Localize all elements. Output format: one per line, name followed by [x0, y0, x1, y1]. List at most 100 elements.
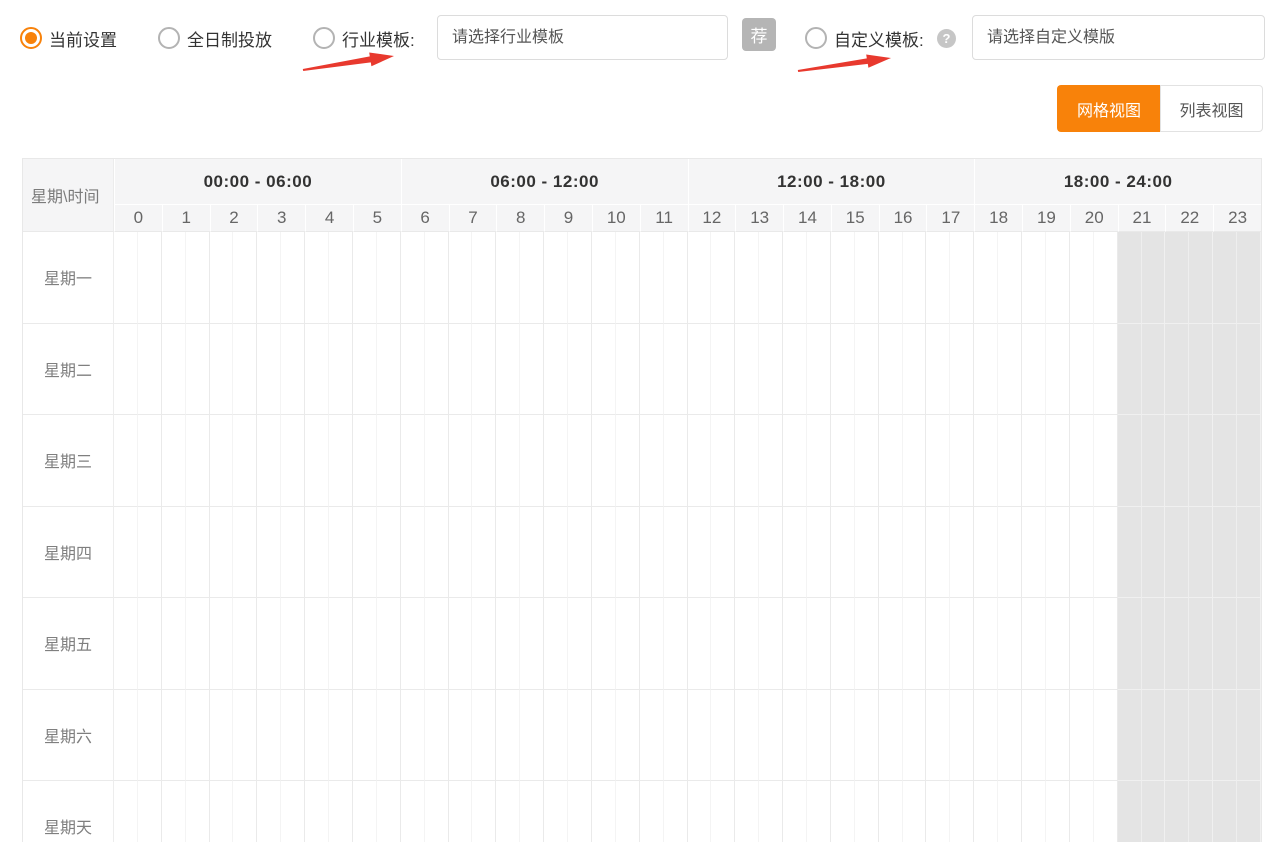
schedule-cell[interactable] — [401, 507, 425, 599]
schedule-cell[interactable] — [401, 598, 425, 690]
schedule-cell[interactable] — [233, 232, 257, 324]
schedule-cell[interactable] — [640, 690, 664, 782]
schedule-cell[interactable] — [735, 324, 759, 416]
schedule-cell[interactable] — [1189, 324, 1213, 416]
schedule-cell[interactable] — [1094, 415, 1118, 507]
schedule-cell[interactable] — [401, 415, 425, 507]
schedule-cell[interactable] — [138, 415, 162, 507]
schedule-cell[interactable] — [592, 598, 616, 690]
schedule-cell[interactable] — [162, 598, 186, 690]
schedule-cell[interactable] — [879, 507, 903, 599]
schedule-cell[interactable] — [520, 324, 544, 416]
schedule-cell[interactable] — [138, 232, 162, 324]
schedule-cell[interactable] — [1094, 781, 1118, 842]
schedule-cell[interactable] — [735, 232, 759, 324]
schedule-cell[interactable] — [807, 232, 831, 324]
schedule-cell[interactable] — [305, 415, 329, 507]
schedule-cell[interactable] — [186, 232, 210, 324]
custom-template-input[interactable] — [972, 15, 1265, 60]
schedule-cell[interactable] — [855, 415, 879, 507]
schedule-cell[interactable] — [616, 415, 640, 507]
schedule-cell[interactable] — [401, 324, 425, 416]
schedule-cell[interactable] — [1118, 598, 1142, 690]
schedule-cell[interactable] — [544, 598, 568, 690]
schedule-cell[interactable] — [998, 598, 1022, 690]
schedule-cell[interactable] — [664, 598, 688, 690]
schedule-cell[interactable] — [1189, 415, 1213, 507]
schedule-cell[interactable] — [807, 324, 831, 416]
schedule-cell[interactable] — [664, 507, 688, 599]
schedule-cell[interactable] — [568, 507, 592, 599]
schedule-cell[interactable] — [1046, 415, 1070, 507]
schedule-cell[interactable] — [568, 690, 592, 782]
schedule-cell[interactable] — [1094, 232, 1118, 324]
schedule-cell[interactable] — [950, 415, 974, 507]
schedule-cell[interactable] — [1189, 781, 1213, 842]
schedule-cell[interactable] — [711, 598, 735, 690]
schedule-cell[interactable] — [449, 232, 473, 324]
schedule-cell[interactable] — [1022, 690, 1046, 782]
schedule-cell[interactable] — [1142, 781, 1166, 842]
schedule-cell[interactable] — [592, 232, 616, 324]
schedule-cell[interactable] — [1022, 507, 1046, 599]
schedule-cell[interactable] — [305, 598, 329, 690]
schedule-cell[interactable] — [305, 781, 329, 842]
radio-all-day[interactable]: 全日制投放 — [158, 26, 272, 50]
schedule-cell[interactable] — [281, 690, 305, 782]
schedule-cell[interactable] — [974, 232, 998, 324]
schedule-cell[interactable] — [472, 690, 496, 782]
schedule-cell[interactable] — [998, 415, 1022, 507]
schedule-cell[interactable] — [831, 690, 855, 782]
schedule-cell[interactable] — [974, 415, 998, 507]
schedule-cell[interactable] — [281, 415, 305, 507]
schedule-cell[interactable] — [831, 598, 855, 690]
schedule-cell[interactable] — [329, 232, 353, 324]
schedule-cell[interactable] — [759, 781, 783, 842]
schedule-cell[interactable] — [114, 232, 138, 324]
schedule-cell[interactable] — [974, 324, 998, 416]
schedule-cell[interactable] — [711, 507, 735, 599]
schedule-cell[interactable] — [926, 781, 950, 842]
schedule-cell[interactable] — [688, 690, 712, 782]
schedule-cell[interactable] — [783, 415, 807, 507]
schedule-cell[interactable] — [903, 232, 927, 324]
schedule-cell[interactable] — [257, 232, 281, 324]
schedule-cell[interactable] — [1165, 324, 1189, 416]
schedule-cell[interactable] — [831, 781, 855, 842]
schedule-cell[interactable] — [783, 598, 807, 690]
schedule-cell[interactable] — [329, 415, 353, 507]
schedule-cell[interactable] — [568, 598, 592, 690]
schedule-cell[interactable] — [544, 232, 568, 324]
schedule-cell[interactable] — [449, 598, 473, 690]
schedule-cell[interactable] — [114, 781, 138, 842]
schedule-cell[interactable] — [353, 507, 377, 599]
schedule-cell[interactable] — [855, 690, 879, 782]
schedule-cell[interactable] — [855, 232, 879, 324]
schedule-cell[interactable] — [520, 781, 544, 842]
schedule-cell[interactable] — [210, 324, 234, 416]
schedule-cell[interactable] — [544, 324, 568, 416]
schedule-cell[interactable] — [1070, 507, 1094, 599]
schedule-cell[interactable] — [711, 781, 735, 842]
schedule-cell[interactable] — [879, 690, 903, 782]
schedule-cell[interactable] — [783, 232, 807, 324]
schedule-cell[interactable] — [831, 232, 855, 324]
schedule-cell[interactable] — [425, 415, 449, 507]
schedule-cell[interactable] — [305, 232, 329, 324]
industry-template-input[interactable] — [437, 15, 728, 60]
schedule-cell[interactable] — [114, 690, 138, 782]
schedule-cell[interactable] — [1165, 232, 1189, 324]
help-icon[interactable]: ? — [937, 29, 956, 48]
schedule-cell[interactable] — [233, 415, 257, 507]
schedule-cell[interactable] — [233, 598, 257, 690]
schedule-cell[interactable] — [1046, 781, 1070, 842]
schedule-cell[interactable] — [162, 415, 186, 507]
schedule-cell[interactable] — [1213, 232, 1237, 324]
schedule-cell[interactable] — [1213, 415, 1237, 507]
schedule-cell[interactable] — [1237, 415, 1261, 507]
schedule-cell[interactable] — [281, 507, 305, 599]
schedule-cell[interactable] — [162, 781, 186, 842]
schedule-cell[interactable] — [688, 598, 712, 690]
schedule-cell[interactable] — [735, 415, 759, 507]
schedule-cell[interactable] — [926, 690, 950, 782]
